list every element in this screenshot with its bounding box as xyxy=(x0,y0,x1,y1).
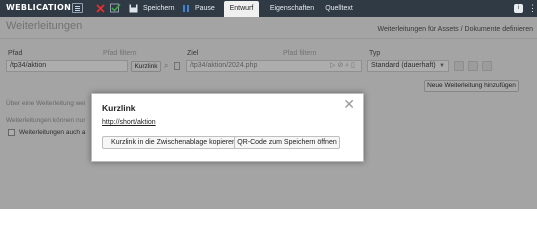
pause-button[interactable]: Pause xyxy=(182,0,215,17)
shortlink-url[interactable]: http://short/aktion xyxy=(102,119,156,126)
copy-shortlink-button[interactable]: Kurzlink in die Zwischenablage kopieren xyxy=(102,136,245,149)
more-vertical-icon[interactable]: ⋮ xyxy=(528,2,537,14)
open-qr-button[interactable]: QR-Code zum Speichern öffnen xyxy=(234,136,340,149)
top-toolbar: WEBLICATION Speichern Pause Entwurf Eige… xyxy=(0,0,537,17)
tab-eigenschaften[interactable]: Eigenschaften xyxy=(266,1,318,17)
tab-quelltext[interactable]: Quelltext xyxy=(321,1,357,17)
tab-entwurf[interactable]: Entwurf xyxy=(224,1,259,17)
pause-button-label: Pause xyxy=(194,5,215,12)
close-icon[interactable] xyxy=(96,0,105,17)
save-button-label: Speichern xyxy=(142,5,175,12)
app-menu-icon[interactable] xyxy=(72,3,83,13)
info-icon[interactable]: i xyxy=(514,4,523,13)
pause-icon xyxy=(183,4,189,12)
close-icon[interactable]: ✕ xyxy=(343,97,355,113)
check-save-icon[interactable] xyxy=(110,0,121,17)
dialog-title: Kurzlink xyxy=(102,103,136,113)
shortlink-dialog: Kurzlink ✕ http://short/aktion Kurzlink … xyxy=(91,93,364,162)
app-logo: WEBLICATION xyxy=(6,3,72,12)
save-button[interactable]: Speichern xyxy=(129,0,174,17)
floppy-icon xyxy=(129,4,138,13)
